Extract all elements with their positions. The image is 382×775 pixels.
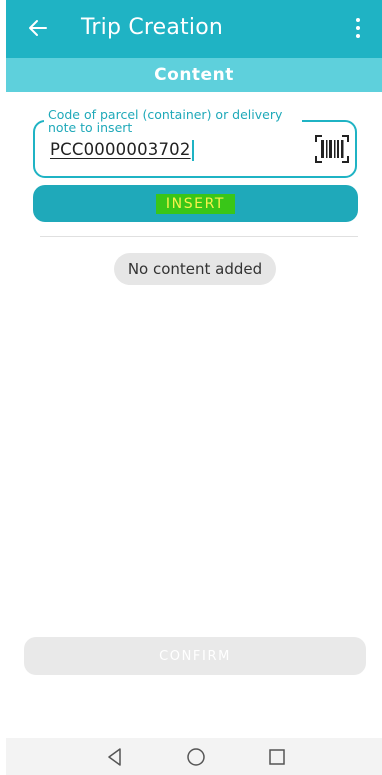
parcel-code-value[interactable]: PCC0000003702	[50, 140, 280, 159]
text-cursor	[192, 140, 194, 161]
insert-button[interactable]: INSERT	[33, 185, 358, 222]
barcode-scan-button[interactable]	[314, 134, 350, 164]
confirm-button[interactable]: CONFIRM	[24, 637, 366, 675]
nav-home-circle-icon	[187, 748, 205, 766]
nav-back-button[interactable]	[104, 746, 126, 768]
app-screen: Trip Creation Content Code of parcel (co…	[6, 0, 382, 775]
more-vertical-icon	[356, 18, 360, 22]
page-title: Trip Creation	[81, 15, 224, 40]
nav-home-button[interactable]	[185, 746, 207, 768]
insert-button-label: INSERT	[155, 193, 236, 214]
empty-state-chip: No content added	[114, 253, 276, 285]
section-header: Content	[6, 58, 382, 92]
parcel-code-label: Code of parcel (container) or delivery n…	[44, 108, 302, 134]
nav-back-triangle-icon	[108, 748, 121, 766]
divider	[40, 236, 358, 237]
nav-recents-square-icon	[269, 749, 285, 765]
barcode-scan-icon	[315, 135, 349, 163]
app-bar: Trip Creation	[6, 0, 382, 58]
back-button[interactable]	[24, 14, 52, 42]
nav-recents-button[interactable]	[266, 746, 288, 768]
overflow-menu-button[interactable]	[348, 14, 368, 42]
arrow-left-icon	[29, 20, 47, 36]
system-nav-bar	[6, 738, 382, 775]
